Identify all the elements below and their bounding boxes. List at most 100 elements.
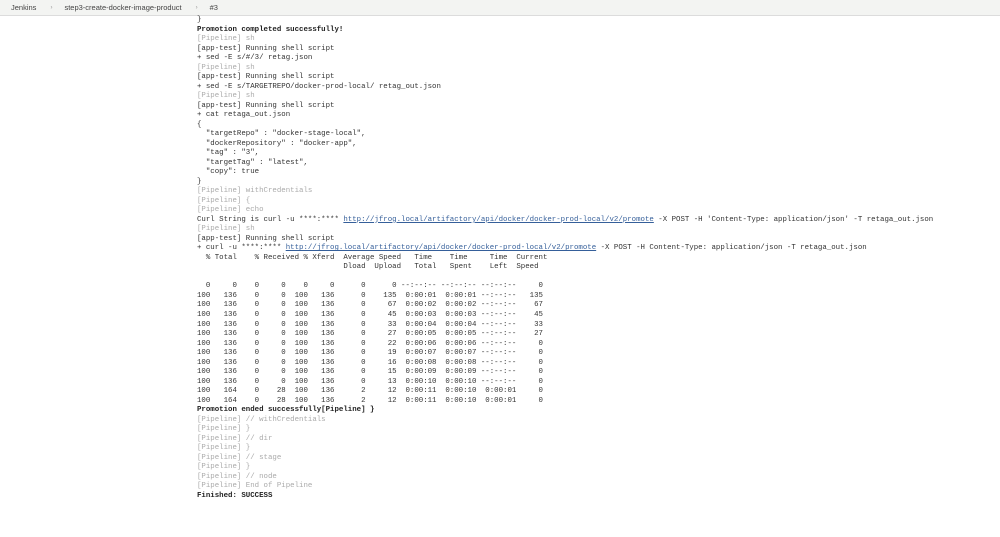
console-output: } Promotion completed successfully! [Pipel… xyxy=(197,16,933,501)
console-line-text: [app-test] Running shell script xyxy=(197,44,335,53)
console-line-text: -X POST -H 'Content-Type: application/js… xyxy=(653,215,934,224)
console-line-text: 100 136 0 0 100 136 0 22 0:00:06 0:00:06… xyxy=(197,339,543,348)
console-line-text: + curl -u ****:**** xyxy=(197,244,286,253)
console-line: [Pipeline] sh xyxy=(197,225,933,235)
console-line: 100 136 0 0 100 136 0 27 0:00:05 0:00:05… xyxy=(197,330,933,340)
breadcrumb-build[interactable]: #3 xyxy=(210,3,218,12)
console-line-text: "copy": true xyxy=(197,168,260,177)
console-line-text: [Pipeline] // dir xyxy=(197,434,273,443)
console-line-text: + sed -E s/TARGETREPO/docker-prod-local/… xyxy=(197,82,441,91)
console-line: 0 0 0 0 0 0 0 0 --:--:-- --:--:-- --:--:… xyxy=(197,282,933,292)
console-line-text: [Pipeline] // node xyxy=(197,472,277,481)
console-line: "copy": true xyxy=(197,168,933,178)
console-line: [Pipeline] } xyxy=(197,444,933,454)
console-line-text: Promotion completed successfully! xyxy=(197,25,344,34)
console-line: [Pipeline] } xyxy=(197,425,933,435)
console-line: } xyxy=(197,178,933,188)
console-line-text: [app-test] Running shell script xyxy=(197,101,335,110)
console-line-text: [Pipeline] } xyxy=(197,444,251,453)
console-line: [Pipeline] sh xyxy=(197,64,933,74)
console-line-text: [Pipeline] sh xyxy=(197,92,255,101)
console-line: [Pipeline] sh xyxy=(197,92,933,102)
console-line: 100 164 0 28 100 136 2 12 0:00:11 0:00:1… xyxy=(197,397,933,407)
console-line: [Pipeline] // stage xyxy=(197,454,933,464)
console-line-text: [Pipeline] echo xyxy=(197,206,264,215)
console-line: 100 136 0 0 100 136 0 15 0:00:09 0:00:09… xyxy=(197,368,933,378)
console-line-text: 100 136 0 0 100 136 0 13 0:00:10 0:00:10… xyxy=(197,377,543,386)
breadcrumb-separator-icon: › xyxy=(195,4,198,11)
console-line: [Pipeline] echo xyxy=(197,206,933,216)
console-line: + sed -E s/#/3/ retag.json xyxy=(197,54,933,64)
console-line: "dockerRepository" : "docker-app", xyxy=(197,140,933,150)
promote-url-link[interactable]: http://jfrog.local/artifactory/api/docke… xyxy=(343,216,653,224)
console-line-text: { xyxy=(197,120,202,129)
console-line: Curl String is curl -u ****:**** http://… xyxy=(197,216,933,226)
console-line-text: "tag" : "3", xyxy=(197,149,260,158)
console-line: [Pipeline] } xyxy=(197,463,933,473)
console-line-text: 100 136 0 0 100 136 0 19 0:00:07 0:00:07… xyxy=(197,349,543,358)
console-line-text: Finished: SUCCESS xyxy=(197,491,273,500)
console-line: [app-test] Running shell script xyxy=(197,73,933,83)
console-line-text: 100 164 0 28 100 136 2 12 0:00:11 0:00:1… xyxy=(197,396,543,405)
console-line: [app-test] Running shell script xyxy=(197,235,933,245)
console-line-text: 100 136 0 0 100 136 0 67 0:00:02 0:00:02… xyxy=(197,301,543,310)
console-line: 100 136 0 0 100 136 0 67 0:00:02 0:00:02… xyxy=(197,301,933,311)
console-line-text: [Pipeline] sh xyxy=(197,63,255,72)
console-line: [Pipeline] End of Pipeline xyxy=(197,482,933,492)
console-line: "targetTag" : "latest", xyxy=(197,159,933,169)
console-line-text: Curl String is curl -u ****:**** xyxy=(197,215,344,224)
console-line: + sed -E s/TARGETREPO/docker-prod-local/… xyxy=(197,83,933,93)
console-line: 100 136 0 0 100 136 0 19 0:00:07 0:00:07… xyxy=(197,349,933,359)
console-line: 100 136 0 0 100 136 0 13 0:00:10 0:00:10… xyxy=(197,378,933,388)
console-line: [Pipeline] // dir xyxy=(197,435,933,445)
console-line: "targetRepo" : "docker-stage-local", xyxy=(197,130,933,140)
console-line: Dload Upload Total Spent Left Speed xyxy=(197,263,933,273)
console-line-text: Dload Upload Total Spent Left Speed xyxy=(197,263,539,272)
console-line: 100 136 0 0 100 136 0 45 0:00:03 0:00:03… xyxy=(197,311,933,321)
promote-url-link[interactable]: http://jfrog.local/artifactory/api/docke… xyxy=(286,244,596,252)
console-line-text: [app-test] Running shell script xyxy=(197,73,335,82)
console-line: 100 136 0 0 100 136 0 16 0:00:08 0:00:08… xyxy=(197,359,933,369)
console-line-text: [Pipeline] sh xyxy=(197,35,255,44)
console-line-text: 100 164 0 28 100 136 2 12 0:00:11 0:00:1… xyxy=(197,387,543,396)
console-line: 100 136 0 0 100 136 0 135 0:00:01 0:00:0… xyxy=(197,292,933,302)
console-line: + curl -u ****:**** http://jfrog.local/a… xyxy=(197,244,933,254)
console-line: [Pipeline] // node xyxy=(197,473,933,483)
console-line-text: [Pipeline] // stage xyxy=(197,453,282,462)
console-line: Finished: SUCCESS xyxy=(197,492,933,502)
breadcrumb-separator-icon: › xyxy=(50,4,53,11)
console-line: "tag" : "3", xyxy=(197,149,933,159)
console-line-text: 100 136 0 0 100 136 0 45 0:00:03 0:00:03… xyxy=(197,310,543,319)
console-line-text: 0 0 0 0 0 0 0 0 --:--:-- --:--:-- --:--:… xyxy=(197,282,543,291)
console-line: 100 136 0 0 100 136 0 22 0:00:06 0:00:06… xyxy=(197,340,933,350)
console-line: [Pipeline] withCredentials xyxy=(197,187,933,197)
console-line: Promotion ended successfully[Pipeline] } xyxy=(197,406,933,416)
console-line-text: [Pipeline] { xyxy=(197,196,251,205)
console-line-text: [Pipeline] } xyxy=(197,425,251,434)
console-line-text: [Pipeline] sh xyxy=(197,225,255,234)
console-line: + cat retaga_out.json xyxy=(197,111,933,121)
console-line-text: "dockerRepository" : "docker-app", xyxy=(197,139,357,148)
console-line: } xyxy=(197,16,933,26)
console-line-text: "targetRepo" : "docker-stage-local", xyxy=(197,130,366,139)
console-line: 100 164 0 28 100 136 2 12 0:00:11 0:00:1… xyxy=(197,387,933,397)
console-line-text: } xyxy=(197,16,202,24)
console-line-text: 100 136 0 0 100 136 0 33 0:00:04 0:00:04… xyxy=(197,320,543,329)
console-line: [Pipeline] { xyxy=(197,197,933,207)
console-line-text: [app-test] Running shell script xyxy=(197,234,335,243)
console-line-text: [Pipeline] End of Pipeline xyxy=(197,482,313,491)
console-line: [Pipeline] // withCredentials xyxy=(197,416,933,426)
console-line-text: [Pipeline] withCredentials xyxy=(197,187,313,196)
console-line: { xyxy=(197,121,933,131)
console-line-text: 100 136 0 0 100 136 0 16 0:00:08 0:00:08… xyxy=(197,358,543,367)
console-line-text: -X POST -H Content-Type: application/jso… xyxy=(596,244,867,253)
console-line-text: 100 136 0 0 100 136 0 27 0:00:05 0:00:05… xyxy=(197,330,543,339)
breadcrumb-jenkins[interactable]: Jenkins xyxy=(11,3,36,12)
breadcrumb-job[interactable]: step3-create-docker-image-product xyxy=(64,3,181,12)
console-line: [app-test] Running shell script xyxy=(197,45,933,55)
console-line-text: "targetTag" : "latest", xyxy=(197,158,308,167)
console-line-text: 100 136 0 0 100 136 0 135 0:00:01 0:00:0… xyxy=(197,291,543,300)
console-line-text: % Total % Received % Xferd Average Speed… xyxy=(197,253,548,262)
console-line-text: + sed -E s/#/3/ retag.json xyxy=(197,54,313,63)
